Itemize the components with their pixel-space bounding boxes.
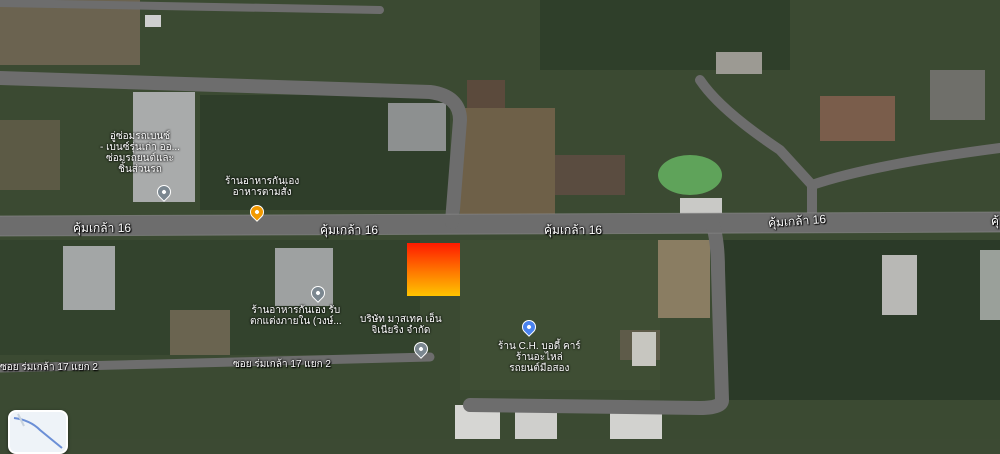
road-label-main-1: คุ้มเกล้า 16 [73,221,132,235]
poi-repair-shop-line-2: - เบนซ์รุ่นเก่า ออ... [100,142,180,153]
poi-repair-shop-label[interactable]: อู่ซ่อมรถเบนซ์ - เบนซ์รุ่นเก่า ออ... ซ่อ… [100,131,180,175]
poi-ch-body-car-line-2: ร้านอะไหล่ [515,352,563,363]
road-label-main-3: คุ้มเกล้า 16 [544,223,603,237]
poi-kan-eng-food-2-line-1: ร้านอาหารกันเอง รับ [251,305,341,316]
poi-ch-body-car-label[interactable]: ร้าน C.H. บอดี้ คาร์ ร้านอะไหล่ รถยนต์มื… [498,341,581,374]
poi-kan-eng-food-line-1: ร้านอาหารกันเอง [225,176,300,187]
poi-repair-shop-line-3: ซ่อมรถยนต์และ [105,153,174,164]
poi-kan-eng-food-2-line-2: ตกแต่งภายใน (วงษ์... [250,316,342,327]
poi-ch-body-car-line-1: ร้าน C.H. บอดี้ คาร์ [498,341,581,352]
poi-ch-body-car-line-3: รถยนต์มือสอง [509,363,570,374]
poi-kan-eng-food-2-label[interactable]: ร้านอาหารกันเอง รับ ตกแต่งภายใน (วงษ์... [250,305,342,327]
poi-repair-shop-line-1: อู่ซ่อมรถเบนซ์ [109,131,171,142]
road-label-soi-1: ซอย ร่มเกล้า 17 แยก 2 [0,362,98,373]
highlighted-plot-marker[interactable] [407,243,460,296]
poi-company-label[interactable]: บริษัท มาสเทค เอ็น จิเนียริ่ง จำกัด [360,314,442,336]
poi-repair-shop-line-4: ชิ้นส่วนรถ [118,164,162,175]
road-label-soi-2: ซอย ร่มเกล้า 17 แยก 2 [233,359,331,370]
poi-kan-eng-food-line-2: อาหารตามสั่ง [232,187,292,198]
poi-company-line-1: บริษัท มาสเทค เอ็น [360,314,442,325]
road-label-main-edge: คุ้ [991,214,1000,228]
road-label-main-4: คุ้มเกล้า 16 [767,211,827,231]
map-layer-icon [13,413,63,449]
poi-kan-eng-food-label[interactable]: ร้านอาหารกันเอง อาหารตามสั่ง [225,176,299,198]
poi-company-line-2: จิเนียริ่ง จำกัด [371,325,431,336]
layer-switcher-thumbnail[interactable] [8,410,68,454]
road-label-main-2: คุ้มเกล้า 16 [320,223,379,237]
